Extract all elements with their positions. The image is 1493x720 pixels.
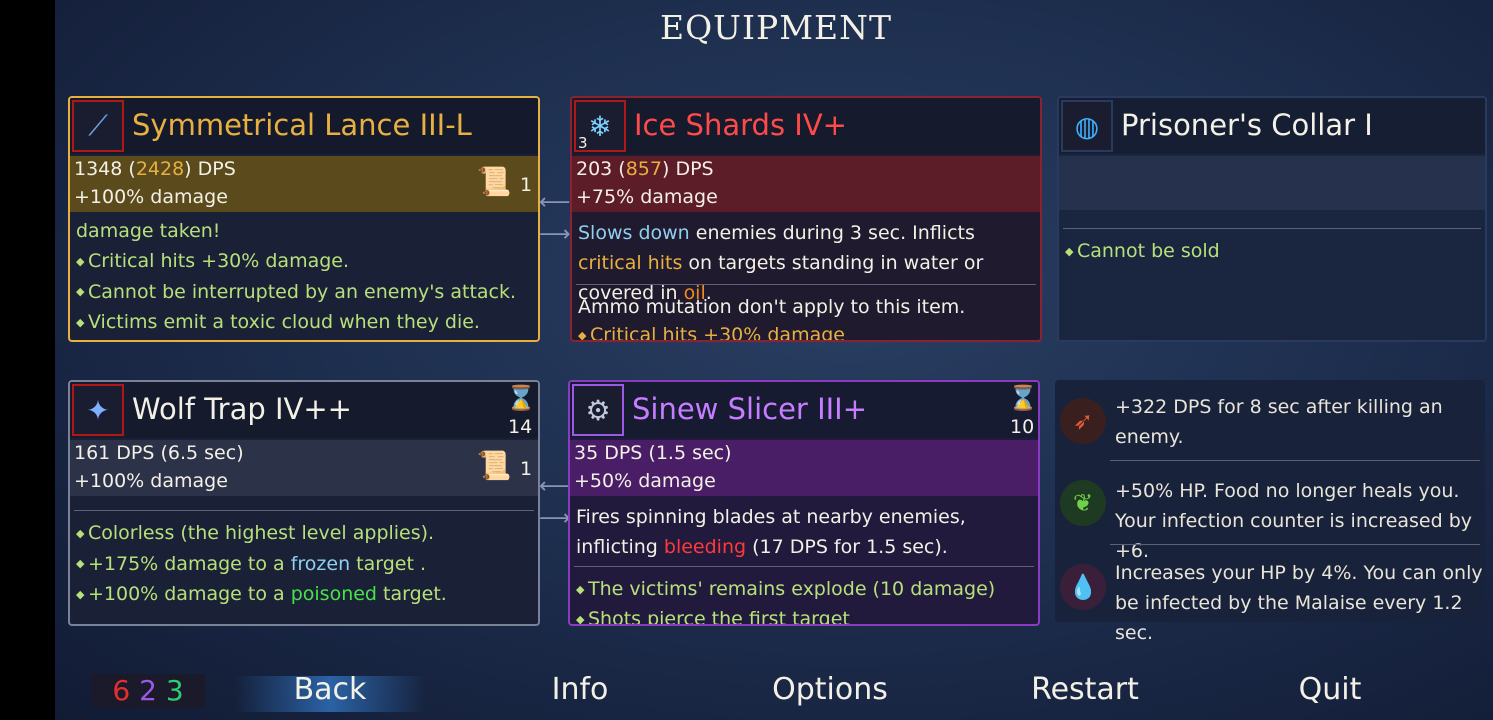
page-title: EQUIPMENT: [660, 8, 892, 47]
swap-arrow-left-icon[interactable]: ⟵: [539, 190, 571, 215]
lance-icon: ⟋: [72, 100, 124, 152]
mutation-text: +322 DPS for 8 sec after killing an enem…: [1115, 396, 1443, 448]
ammo-count: 3: [578, 134, 588, 152]
item-card-sinew-slicer[interactable]: ⚙ Sinew Slicer III+ ⌛ 10 35 DPS (1.5 sec…: [568, 380, 1040, 626]
desc-line: The victims' remains explode (10 damage): [576, 574, 1028, 605]
divider: [1110, 544, 1480, 545]
hourglass-icon: ⌛: [1008, 384, 1038, 412]
quit-button[interactable]: Quit: [1275, 672, 1385, 707]
restart-button[interactable]: Restart: [1010, 672, 1160, 707]
desc-line: Cannot be sold: [1065, 236, 1475, 267]
tactics-count: 2: [139, 674, 157, 707]
damage-bonus: +75% damage: [576, 186, 718, 208]
brutality-count: 6: [112, 674, 131, 707]
item-card-ice-shards[interactable]: ❄ 3 Ice Shards IV+ 203 (857) DPS +75% da…: [570, 96, 1042, 342]
desc-line-cut: Shots pierce the first target: [576, 604, 1028, 624]
item-description: damage taken! Critical hits +30% damage.…: [76, 216, 528, 338]
scroll-count: 1: [520, 174, 533, 196]
vine-heal-icon: ❦: [1060, 480, 1106, 526]
divider: [1063, 228, 1481, 229]
ammo-note: Ammo mutation don't apply to this item.: [578, 296, 966, 318]
dps-band: 35 DPS (1.5 sec) +50% damage: [570, 440, 1038, 496]
item-name: Symmetrical Lance III-L: [132, 108, 472, 142]
dps-suffix: DPS: [197, 158, 236, 180]
mutation-item[interactable]: 💧 Increases your HP by 4%. You can only …: [1060, 556, 1485, 644]
divider: [576, 284, 1036, 285]
wolf-trap-icon: ✦: [72, 384, 124, 436]
desc-line: Cannot be interrupted by an enemy's atta…: [76, 277, 528, 308]
swap-arrow-left-icon[interactable]: ⟵: [539, 474, 571, 499]
mutation-text: +50% HP. Food no longer heals you. Your …: [1115, 480, 1473, 562]
dps-band: 1348 (2428) DPS +100% damage: [70, 156, 538, 212]
desc-line: Critical hits +30% damage.: [76, 246, 528, 277]
dps-crit: 857: [625, 158, 662, 180]
divider: [1110, 460, 1480, 461]
item-description: Fires spinning blades at nearby enemies,…: [576, 506, 966, 558]
damage-bonus: +100% damage: [74, 470, 228, 492]
item-card-prisoners-collar[interactable]: ◍ Prisoner's Collar I Cannot be sold: [1057, 96, 1487, 342]
dps-base: 203: [576, 158, 613, 180]
damage-bonus: +50% damage: [574, 470, 716, 492]
item-card-symmetrical-lance[interactable]: ⟋ Symmetrical Lance III-L 1348 (2428) DP…: [68, 96, 540, 342]
divider: [74, 510, 534, 511]
collar-icon: ◍: [1061, 100, 1113, 152]
sinew-slicer-icon: ⚙: [572, 384, 624, 436]
item-name: Ice Shards IV+: [634, 108, 847, 142]
dps-text: 35 DPS (1.5 sec): [574, 442, 732, 464]
divider: [574, 566, 1034, 567]
mutation-item[interactable]: ➶ +322 DPS for 8 sec after killing an en…: [1060, 390, 1485, 456]
equipment-screen: EQUIPMENT ⟋ Symmetrical Lance III-L 1348…: [55, 0, 1493, 720]
dps-band: 161 DPS (6.5 sec) +100% damage: [70, 440, 538, 496]
dps-crit: 2428: [135, 158, 185, 180]
desc-line-cut: Critical hits +30% damage: [578, 320, 1030, 340]
empty-band: [1059, 156, 1485, 210]
item-card-wolf-trap[interactable]: ✦ Wolf Trap IV++ ⌛ 14 161 DPS (6.5 sec) …: [68, 380, 540, 626]
info-button[interactable]: Info: [525, 672, 635, 707]
dps-suffix: DPS: [675, 158, 714, 180]
desc-line: Victims emit a toxic cloud when they die…: [76, 307, 528, 338]
swap-arrow-right-icon[interactable]: ⟶: [539, 222, 571, 247]
desc-line: Colorless (the highest level applies).: [76, 518, 528, 549]
item-name: Sinew Slicer III+: [632, 392, 868, 426]
hourglass-icon: ⌛: [506, 384, 536, 412]
desc-line: +175% damage to a frozen target .: [76, 549, 528, 580]
survival-count: 3: [165, 674, 184, 707]
desc-line: +100% damage to a poisoned target.: [76, 579, 528, 610]
item-description: Colorless (the highest level applies). +…: [76, 518, 528, 610]
malaise-drop-icon: 💧: [1060, 564, 1106, 610]
dps-text: 161 DPS (6.5 sec): [74, 442, 244, 464]
item-name: Wolf Trap IV++: [132, 392, 352, 426]
mutation-item[interactable]: ❦ +50% HP. Food no longer heals you. You…: [1060, 472, 1485, 562]
scroll-icon: 📜: [476, 449, 512, 482]
cooldown-value: 10: [1010, 416, 1035, 438]
scroll-stats: 6 2 3: [91, 674, 205, 708]
mutation-text: Increases your HP by 4%. You can only be…: [1115, 562, 1483, 644]
dps-band: 203 (857) DPS +75% damage: [572, 156, 1040, 212]
back-button[interactable]: Back: [275, 672, 385, 707]
left-black-bar: [0, 0, 55, 720]
scroll-count: 1: [520, 458, 533, 480]
desc-line: damage taken!: [76, 220, 221, 242]
item-name: Prisoner's Collar I: [1121, 108, 1373, 142]
bow-skull-icon: ➶: [1060, 398, 1106, 444]
options-button[interactable]: Options: [755, 672, 905, 707]
damage-bonus: +100% damage: [74, 186, 228, 208]
scroll-icon: 📜: [476, 165, 512, 198]
swap-arrow-right-icon[interactable]: ⟶: [539, 506, 571, 531]
dps-base: 1348: [74, 158, 123, 180]
cooldown-value: 14: [508, 416, 533, 438]
